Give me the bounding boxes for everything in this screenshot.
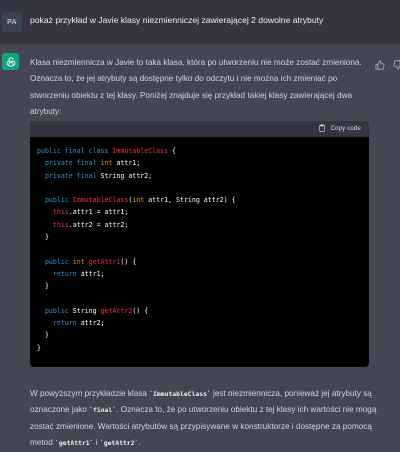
feedback-buttons — [375, 57, 400, 70]
code-token: ImmutableClass — [72, 196, 129, 205]
code-block: Copy code public final class ImmutableCl… — [30, 121, 369, 367]
copy-code-label: Copy code — [330, 124, 361, 132]
code-token: public final class — [37, 147, 113, 155]
code-line: this.attr2 = attr2; — [37, 219, 236, 231]
code-line: private final int attr1; — [37, 157, 236, 169]
code-line: public String getAttr2() { — [37, 305, 236, 317]
openai-logo-icon — [2, 53, 19, 70]
inline-code-getattr2: `getAttr2` — [99, 439, 139, 448]
code-token: getAttr1 — [88, 257, 121, 266]
user-avatar: PA — [2, 12, 22, 32]
java-code: public final class ImmutableClass { priv… — [37, 145, 236, 354]
inline-code-final: `final` — [89, 406, 117, 415]
code-token: { — [168, 147, 176, 155]
outro-text-1: W powyższym przykładzie klasa — [30, 389, 150, 398]
code-token: private final — [44, 171, 101, 180]
code-token: getAttr2 — [100, 306, 133, 315]
code-token: ImmutableClass — [112, 147, 169, 155]
code-line: public int getAttr1() { — [37, 256, 236, 268]
code-token: } — [37, 343, 41, 352]
inline-code-getattr1: `getAttr1` — [55, 439, 94, 448]
code-line: } — [37, 231, 236, 243]
code-line: public ImmutableClass(int attr1, String … — [37, 194, 236, 206]
code-token: this — [52, 208, 69, 217]
code-token: public — [44, 196, 73, 205]
clipboard-icon — [319, 124, 326, 132]
code-token: () { — [132, 306, 149, 315]
code-token: } — [37, 331, 49, 340]
code-token: .attr2 = attr2; — [68, 220, 129, 229]
code-token: this — [52, 220, 69, 229]
code-token: return — [52, 319, 77, 328]
code-token: int — [72, 257, 85, 266]
code-token: attr1; — [112, 159, 141, 168]
code-token: } — [37, 233, 49, 242]
code-line: return attr2; — [37, 317, 236, 329]
code-token: attr1, String attr2) { — [144, 196, 236, 205]
assistant-outro-paragraph: W powyższym przykładzie klasa `Immutable… — [30, 386, 378, 452]
code-line: return attr1; — [37, 268, 236, 280]
user-message-row: PA pokaż przykład w Javie klasy niezmien… — [0, 0, 400, 44]
inline-code-classname: `ImmutableClass` — [149, 390, 211, 398]
code-token: attr1; — [76, 269, 105, 278]
code-token: return — [52, 269, 77, 278]
assistant-intro-paragraph: Klasa niezmiennicza w Javie to taka klas… — [30, 58, 362, 117]
copy-code-button[interactable]: Copy code — [318, 124, 361, 132]
code-token: () { — [120, 257, 137, 266]
code-token: String attr2; — [100, 171, 153, 180]
code-line: this.attr1 = attr1; — [37, 206, 236, 218]
code-line: private final String attr2; — [37, 170, 236, 182]
code-line: } — [37, 280, 236, 292]
code-line: } — [37, 329, 236, 341]
code-token: } — [37, 282, 49, 291]
code-line: public final class ImmutableClass { — [37, 145, 236, 157]
code-token: int — [132, 196, 145, 205]
code-token: int — [100, 159, 113, 168]
outro-text-5: . — [138, 438, 141, 448]
code-token: private final — [44, 159, 101, 168]
user-message-text: pokaż przykład w Javie klasy niezmiennic… — [30, 15, 324, 25]
code-token: attr2; — [76, 319, 105, 328]
assistant-message-row: Klasa niezmiennicza w Javie to taka klas… — [0, 44, 400, 452]
code-block-header: Copy code — [30, 121, 369, 137]
code-token: .attr1 = attr1; — [68, 208, 129, 217]
code-line: } — [37, 342, 236, 354]
thumbs-down-icon[interactable] — [393, 57, 400, 70]
code-token: String — [72, 306, 101, 315]
code-token: public — [44, 306, 73, 315]
code-token: public — [44, 257, 73, 266]
